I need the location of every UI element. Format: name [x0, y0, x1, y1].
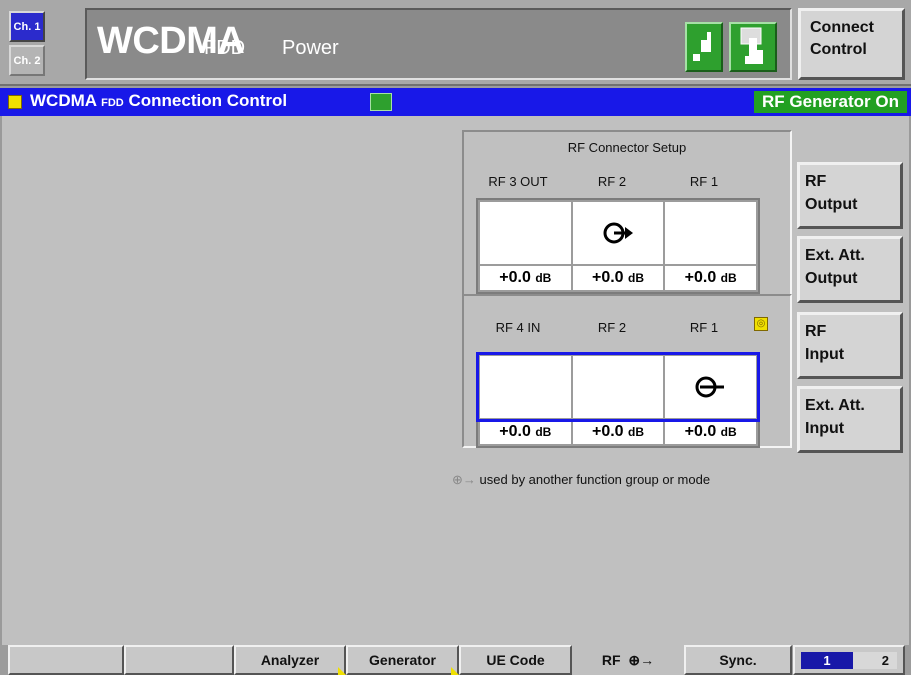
connect-control-button[interactable]: Connect Control [798, 8, 905, 80]
softkey-label: UE Code [486, 652, 545, 668]
channel-2-button[interactable]: Ch. 2 [9, 45, 45, 76]
rf-input-panel: RF 4 IN RF 2 RF 1 ◎ +0.0 dB +0.0 dB +0.0… [462, 294, 792, 448]
attenuation-value: +0.0 dB [480, 264, 571, 290]
attenuation-value: +0.0 dB [665, 418, 756, 444]
button-line1: Ext. Att. [805, 247, 865, 264]
connector-cell-rf1-in[interactable]: +0.0 dB [665, 356, 756, 444]
signalling-icon[interactable] [685, 22, 723, 72]
ue-code-softkey[interactable]: UE Code [459, 645, 572, 675]
submenu-marker [451, 667, 459, 675]
rf-softkey[interactable]: RF ⊕→ [572, 645, 684, 675]
unit-text: dB [535, 425, 552, 439]
signalling-small-icon [370, 93, 392, 111]
sub-header: WCDMA FDD Connection Control RF Generato… [0, 88, 911, 116]
unit-text: dB [535, 271, 552, 285]
sync-softkey[interactable]: Sync. [684, 645, 792, 675]
button-line1: RF [805, 323, 827, 340]
connector-cell-rf4-in[interactable]: +0.0 dB [480, 356, 571, 444]
connector-cell-rf3-out[interactable]: +0.0 dB [480, 202, 571, 290]
sub-title-rest: Connection Control [128, 91, 288, 110]
attenuation-value: +0.0 dB [572, 418, 664, 444]
attenuation-value: +0.0 dB [480, 418, 571, 444]
rf-connector-icon: ⊕→ [624, 652, 655, 668]
search-indicator-icon: ◎ [754, 317, 768, 331]
input-connector-grid: +0.0 dB +0.0 dB +0.0 dB [476, 352, 760, 448]
channel-1-button[interactable]: Ch. 1 [9, 11, 45, 42]
softkey-1[interactable] [8, 645, 124, 675]
value-text: +0.0 [499, 269, 531, 286]
value-text: +0.0 [499, 423, 531, 440]
connect-control-line2: Control [810, 41, 867, 58]
button-line1: RF [805, 173, 827, 190]
column-header: RF 2 [597, 320, 627, 335]
sub-header-title: WCDMA FDD Connection Control [30, 91, 287, 111]
softkey-label: Generator [369, 652, 436, 668]
page-1[interactable]: 1 [801, 652, 853, 669]
menu-icon[interactable] [8, 95, 22, 109]
generator-softkey[interactable]: Generator [346, 645, 459, 675]
column-header: RF 4 IN [495, 320, 541, 335]
legend-note-text: used by another function group or mode [479, 472, 711, 487]
connector-setup-title: RF Connector Setup [567, 140, 687, 155]
analyzer-softkey[interactable]: Analyzer [234, 645, 346, 675]
softkey-label: Analyzer [260, 652, 320, 668]
unit-text: dB [628, 271, 645, 285]
button-line2: Output [805, 270, 858, 287]
unit-text: dB [628, 425, 645, 439]
connector-cell-rf2-in[interactable]: +0.0 dB [572, 356, 664, 444]
connect-control-line1: Connect [810, 19, 874, 36]
unit-text: dB [720, 425, 737, 439]
value-text: +0.0 [591, 269, 624, 286]
title-panel: WCDMA FDD Power [85, 8, 792, 80]
connector-cell-rf1-out[interactable]: +0.0 dB [665, 202, 756, 290]
value-text: +0.0 [591, 423, 624, 440]
button-line2: Output [805, 196, 858, 213]
column-header: RF 2 [597, 174, 627, 189]
softkey-2[interactable] [124, 645, 234, 675]
output-connector-grid: +0.0 dB +0.0 dB +0.0 dB [476, 198, 760, 294]
sub-title-fdd: FDD [101, 97, 124, 109]
rf-output-button[interactable]: RF Output [797, 162, 903, 229]
hand-pointer-icon[interactable] [729, 22, 777, 72]
ext-att-output-button[interactable]: Ext. Att. Output [797, 236, 903, 303]
softkey-bar: Analyzer Generator UE Code RF ⊕→ Sync. 1… [0, 645, 911, 675]
rf-input-button[interactable]: RF Input [797, 312, 903, 379]
page-selector[interactable]: 1 2 [793, 645, 905, 675]
column-header: RF 1 [689, 174, 719, 189]
submenu-marker [338, 667, 346, 675]
button-line2: Input [805, 346, 845, 363]
active-input-icon [694, 372, 728, 408]
column-header: RF 3 OUT [488, 174, 548, 189]
title-bar: Ch. 1 Ch. 2 WCDMA FDD Power Connect Cont… [0, 0, 911, 86]
button-line1: Ext. Att. [805, 397, 865, 414]
active-output-icon [601, 218, 635, 254]
softkey-label: RF [601, 652, 621, 668]
status-badge: RF Generator On [754, 91, 907, 113]
rf-output-panel: RF Connector Setup RF 3 OUT RF 2 RF 1 +0… [462, 130, 792, 296]
sub-title-main: WCDMA [30, 91, 97, 110]
title-sub: FDD [204, 37, 246, 59]
legend-note: ⊕→ used by another function group or mod… [452, 472, 710, 488]
button-line2: Input [805, 420, 845, 437]
busy-connector-icon: ⊕→ [452, 472, 476, 487]
page-2[interactable]: 2 [853, 652, 897, 669]
column-header: RF 1 [689, 320, 719, 335]
connector-cell-rf2-out[interactable]: +0.0 dB [572, 202, 664, 290]
attenuation-value: +0.0 dB [572, 264, 664, 290]
value-text: +0.0 [684, 423, 717, 440]
title-mode: Power [282, 37, 339, 59]
main-area: RF Connector Setup RF 3 OUT RF 2 RF 1 +0… [0, 116, 911, 645]
value-text: +0.0 [684, 269, 717, 286]
unit-text: dB [720, 271, 737, 285]
ext-att-input-button[interactable]: Ext. Att. Input [797, 386, 903, 453]
attenuation-value: +0.0 dB [665, 264, 756, 290]
